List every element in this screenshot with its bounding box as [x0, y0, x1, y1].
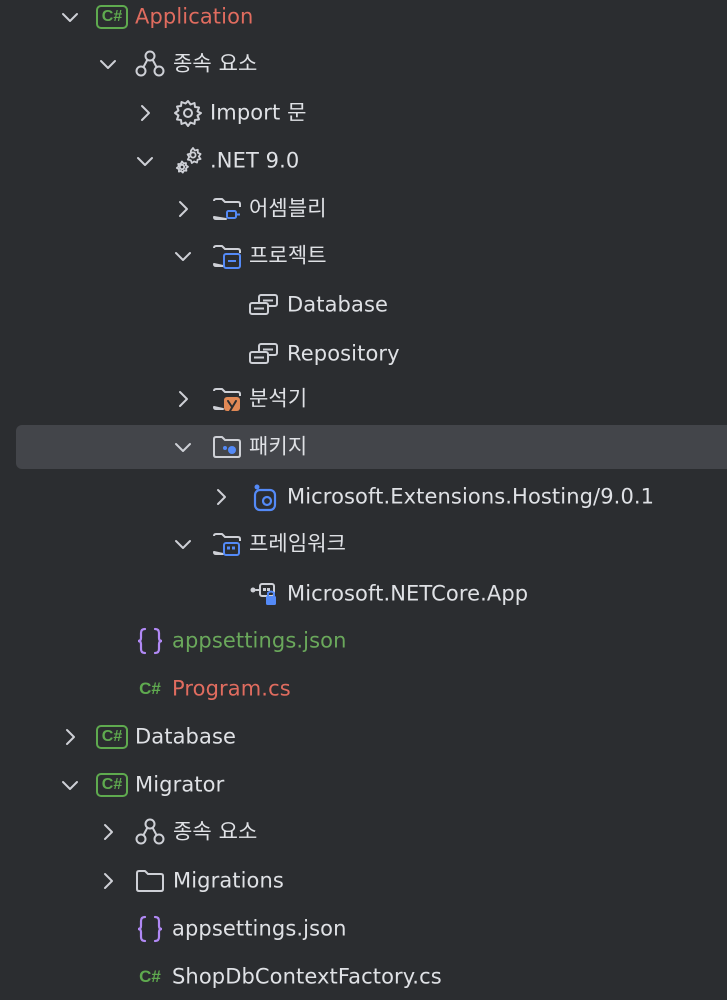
- project-repository-label: Repository: [287, 341, 400, 366]
- chevron-down-icon[interactable]: [134, 150, 156, 172]
- solution-explorer-tree: C# Application 종속 요소 Import 문 .NET 9.0 어…: [0, 0, 727, 1000]
- csharp-project-icon: C#: [96, 721, 128, 753]
- chevron-down-icon[interactable]: [97, 53, 119, 75]
- tree-node-migrator-appsettings[interactable]: appsettings.json: [0, 909, 727, 949]
- migrations-folder-label: Migrations: [173, 868, 284, 893]
- tree-node-migrator-dependencies[interactable]: 종속 요소: [0, 812, 727, 852]
- database-label: Database: [135, 724, 237, 749]
- framework-reference-icon: [248, 578, 280, 610]
- dependencies-icon: [134, 816, 166, 848]
- tree-node-app-program[interactable]: C# Program.cs: [0, 669, 727, 709]
- chevron-right-icon[interactable]: [59, 726, 81, 748]
- framework-netcore-label: Microsoft.NETCore.App: [287, 581, 529, 606]
- tree-node-migrator[interactable]: C# Migrator: [0, 765, 727, 805]
- app-program-label: Program.cs: [172, 676, 291, 701]
- tree-node-assemblies[interactable]: 어셈블리: [0, 189, 727, 229]
- import-statements-label: Import 문: [210, 100, 307, 125]
- application-label: Application: [135, 4, 254, 29]
- tree-node-project-database[interactable]: Database: [0, 285, 727, 325]
- assemblies-label: 어셈블리: [249, 196, 327, 221]
- package-hosting-label: Microsoft.Extensions.Hosting/9.0.1: [287, 484, 655, 509]
- shop-factory-label: ShopDbContextFactory.cs: [172, 964, 442, 989]
- chevron-down-icon[interactable]: [59, 774, 81, 796]
- projects-label: 프로젝트: [249, 243, 327, 268]
- gears-icon: [172, 145, 204, 177]
- chevron-right-icon[interactable]: [97, 870, 119, 892]
- migrator-dependencies-label: 종속 요소: [173, 819, 258, 844]
- csharp-project-icon: C#: [96, 1, 128, 33]
- folder-icon: [211, 431, 243, 463]
- net-sdk-label: .NET 9.0: [210, 148, 300, 173]
- dependencies-icon: [134, 48, 166, 80]
- analyzer-folder-icon: [211, 383, 243, 415]
- tree-node-app-dependencies[interactable]: 종속 요소: [0, 44, 727, 84]
- tree-node-migrations-folder[interactable]: Migrations: [0, 861, 727, 901]
- chevron-right-icon[interactable]: [134, 102, 156, 124]
- csharp-file-icon: C#: [139, 967, 161, 986]
- tree-node-app-appsettings[interactable]: appsettings.json: [0, 621, 727, 661]
- folder-icon: [211, 240, 243, 272]
- tree-node-package-hosting[interactable]: Microsoft.Extensions.Hosting/9.0.1: [0, 477, 727, 517]
- folder-icon: [211, 193, 243, 225]
- migrator-appsettings-label: appsettings.json: [172, 916, 347, 941]
- project-reference-icon: [248, 289, 280, 321]
- tree-node-frameworks[interactable]: 프레임워크: [0, 524, 727, 564]
- chevron-right-icon[interactable]: [97, 821, 119, 843]
- chevron-right-icon[interactable]: [172, 198, 194, 220]
- project-reference-icon: [248, 338, 280, 370]
- app-appsettings-label: appsettings.json: [172, 628, 347, 653]
- chevron-down-icon[interactable]: [59, 6, 81, 28]
- tree-node-projects[interactable]: 프로젝트: [0, 236, 727, 276]
- chevron-down-icon[interactable]: [172, 436, 194, 458]
- folder-icon: [211, 528, 243, 560]
- tree-node-packages[interactable]: 패키지: [0, 425, 727, 469]
- tree-node-application[interactable]: C# Application: [0, 0, 727, 37]
- migrator-label: Migrator: [135, 772, 225, 797]
- tree-node-project-repository[interactable]: Repository: [0, 334, 727, 374]
- chevron-right-icon[interactable]: [210, 486, 232, 508]
- json-file-icon: [134, 913, 166, 945]
- tree-node-database[interactable]: C# Database: [0, 717, 727, 757]
- csharp-file-icon: C#: [139, 679, 161, 698]
- chevron-down-icon[interactable]: [172, 245, 194, 267]
- csharp-project-icon: C#: [96, 769, 128, 801]
- json-file-icon: [134, 625, 166, 657]
- chevron-right-icon[interactable]: [172, 388, 194, 410]
- analyzers-label: 분석기: [249, 386, 308, 411]
- tree-node-net-sdk[interactable]: .NET 9.0: [0, 141, 727, 181]
- tree-node-analyzers[interactable]: 분석기: [0, 379, 727, 419]
- tree-node-framework-netcore[interactable]: Microsoft.NETCore.App: [0, 574, 727, 614]
- frameworks-label: 프레임워크: [249, 531, 347, 556]
- tree-node-shop-factory[interactable]: C# ShopDbContextFactory.cs: [0, 957, 727, 997]
- packages-label: 패키지: [249, 434, 308, 459]
- gear-icon: [172, 97, 204, 129]
- tree-node-import-statements[interactable]: Import 문: [0, 93, 727, 133]
- nuget-package-icon: [249, 481, 281, 513]
- folder-icon: [134, 865, 166, 897]
- project-database-label: Database: [287, 292, 389, 317]
- chevron-down-icon[interactable]: [172, 533, 194, 555]
- dependencies-label: 종속 요소: [173, 51, 258, 76]
